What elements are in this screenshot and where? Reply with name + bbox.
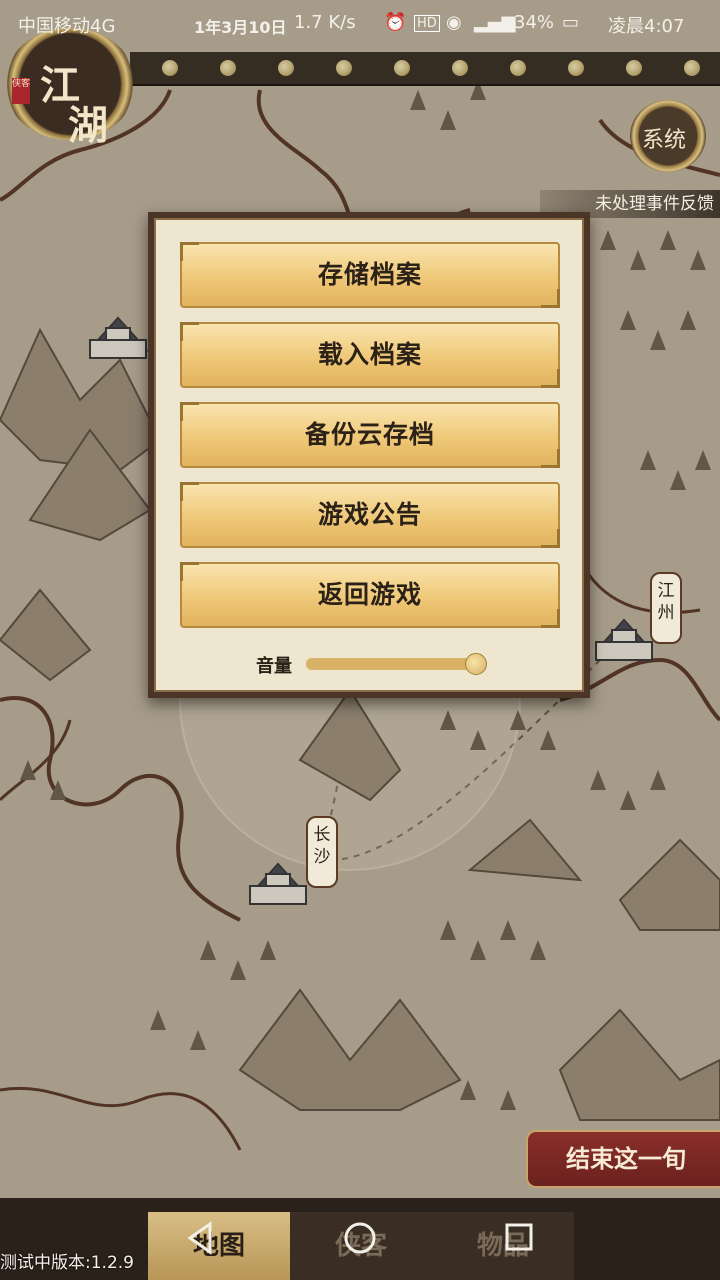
city-label-jiangzhou[interactable]: 江州: [650, 572, 682, 644]
end-turn-button[interactable]: 结束这一旬: [526, 1130, 720, 1188]
home-nav-icon[interactable]: [342, 1220, 378, 1256]
game-date-label: 1年3月10日: [194, 18, 287, 37]
alarm-icon: ⏰: [384, 12, 407, 33]
announcements-button[interactable]: 游戏公告: [180, 482, 560, 548]
volume-slider[interactable]: [306, 653, 487, 675]
tab-map[interactable]: 地图: [148, 1212, 290, 1280]
volume-label: 音量: [256, 656, 292, 677]
city-label-changsha[interactable]: 长沙: [306, 816, 338, 888]
emblem-title: 江 湖: [40, 62, 108, 149]
battery-icon: ▭: [562, 12, 580, 33]
clock-label: 凌晨4:07: [608, 16, 685, 37]
version-label: 测试中版本:1.2.9: [0, 1253, 134, 1273]
system-menu-dialog: 存储档案 载入档案 备份云存档 游戏公告 返回游戏 音量: [148, 212, 590, 698]
volume-slider-fill: [306, 658, 475, 670]
return-to-game-button[interactable]: 返回游戏: [180, 562, 560, 628]
back-nav-icon[interactable]: [184, 1220, 216, 1256]
save-game-button[interactable]: 存储档案: [180, 242, 560, 308]
hd-icon: HD: [414, 15, 440, 32]
load-game-button[interactable]: 载入档案: [180, 322, 560, 388]
recents-nav-icon[interactable]: [502, 1220, 536, 1256]
eye-icon: ◉: [446, 12, 462, 33]
battery-percent: 34%: [514, 12, 555, 33]
status-bar: 中国移动4G 1年3月10日 1.7 K/s ⏰ HD ◉ ▂▄▆ 34% ▭ …: [0, 0, 720, 48]
cloud-backup-button[interactable]: 备份云存档: [180, 402, 560, 468]
volume-slider-knob[interactable]: [464, 653, 487, 675]
emblem-seal: 侠客: [12, 78, 30, 104]
net-speed-label: 1.7 K/s: [294, 12, 356, 33]
signal-icon: ▂▄▆: [474, 12, 516, 33]
system-button[interactable]: 系统: [630, 100, 706, 172]
carrier-label: 中国移动4G: [18, 16, 116, 37]
